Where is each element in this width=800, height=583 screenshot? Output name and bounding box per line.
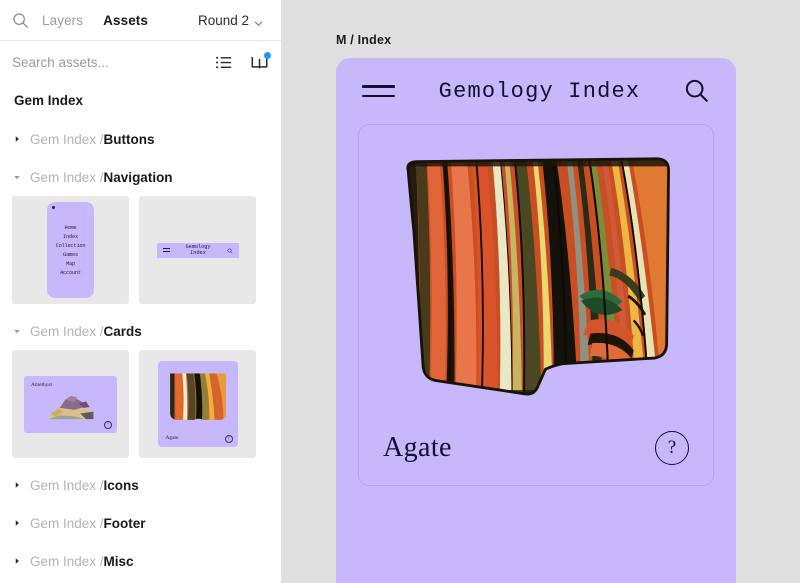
search-icon[interactable] xyxy=(12,12,29,29)
mini-menu-item: Map xyxy=(66,260,75,268)
asset-tree: Gem Index / Buttons Gem Index / Navigati… xyxy=(0,120,281,583)
search-icon[interactable] xyxy=(684,78,710,104)
search-input[interactable] xyxy=(12,55,215,70)
hamburger-menu-icon xyxy=(163,248,170,252)
mini-card-label: Agate xyxy=(166,435,179,441)
gem-detail-card[interactable]: Agate ? xyxy=(358,124,714,486)
tree-row-navigation[interactable]: Gem Index / Navigation xyxy=(0,158,281,196)
tree-row-icons[interactable]: Gem Index / Icons xyxy=(0,466,281,504)
asset-search-row xyxy=(0,41,281,83)
library-book-icon[interactable] xyxy=(250,53,269,72)
navigation-thumbnails: Home Index Collection Games Map Account … xyxy=(0,196,281,312)
mini-menu-item: Games xyxy=(63,251,78,259)
view-icon-group xyxy=(215,53,269,72)
mini-help-icon: ? xyxy=(225,435,233,443)
tree-name: Navigation xyxy=(104,170,173,185)
chevron-down-icon[interactable] xyxy=(10,174,24,181)
chevron-right-icon[interactable] xyxy=(10,135,24,143)
tree-name: Misc xyxy=(104,554,134,569)
frame-label[interactable]: M / Index xyxy=(336,33,391,47)
tree-path: Gem Index / xyxy=(30,478,104,493)
assets-sidebar: Layers Assets Round 2 xyxy=(0,0,281,583)
mini-navbar: Gemology Index xyxy=(157,243,239,258)
thumbnail-card-amethyst[interactable]: Amethyst ? xyxy=(12,350,129,458)
tree-name: Cards xyxy=(104,324,142,339)
chevron-right-icon[interactable] xyxy=(10,557,24,565)
chevron-right-icon[interactable] xyxy=(10,481,24,489)
help-button[interactable]: ? xyxy=(655,431,689,465)
gem-name-label: Agate xyxy=(383,432,452,464)
amethyst-thumb-image xyxy=(43,391,99,423)
list-view-icon[interactable] xyxy=(215,53,234,72)
design-canvas[interactable]: M / Index Gemology Index xyxy=(281,0,800,583)
tree-name: Buttons xyxy=(104,132,155,147)
card-thumbnails: Amethyst ? xyxy=(0,350,281,466)
thumbnail-card-agate[interactable]: Agate ? xyxy=(139,350,256,458)
mini-menu-item: Home xyxy=(65,224,77,232)
tree-row-misc[interactable]: Gem Index / Misc xyxy=(0,542,281,580)
thumbnail-nav-bar[interactable]: Gemology Index xyxy=(139,196,256,304)
mini-navbar-title: Gemology Index xyxy=(177,244,220,256)
chevron-right-icon[interactable] xyxy=(10,519,24,527)
tree-row-buttons[interactable]: Gem Index / Buttons xyxy=(0,120,281,158)
mini-card-label: Amethyst xyxy=(31,382,52,388)
agate-stone-image xyxy=(395,155,677,407)
gem-card-footer: Agate ? xyxy=(359,411,713,485)
thumbnail-nav-menu[interactable]: Home Index Collection Games Map Account xyxy=(12,196,129,304)
chevron-down-icon[interactable] xyxy=(10,328,24,335)
figma-like-app: Layers Assets Round 2 xyxy=(0,0,800,583)
mini-dot xyxy=(52,206,55,209)
device-title: Gemology Index xyxy=(395,79,684,104)
gem-image-container xyxy=(359,125,713,411)
tree-name: Icons xyxy=(104,478,139,493)
tab-assets[interactable]: Assets xyxy=(103,13,148,28)
tree-path: Gem Index / xyxy=(30,324,104,339)
search-icon xyxy=(227,241,233,259)
library-title: Gem Index xyxy=(0,83,281,120)
tree-path: Gem Index / xyxy=(30,516,104,531)
tree-path: Gem Index / xyxy=(30,554,104,569)
mini-help-icon: ? xyxy=(104,421,112,429)
panel-tab-bar: Layers Assets Round 2 xyxy=(0,0,281,41)
tree-name: Footer xyxy=(104,516,146,531)
device-frame-index[interactable]: Gemology Index xyxy=(336,58,736,583)
mini-card-agate: Agate ? xyxy=(158,361,238,447)
tree-path: Gem Index / xyxy=(30,170,104,185)
notification-badge xyxy=(264,52,271,59)
tree-row-cards[interactable]: Gem Index / Cards xyxy=(0,312,281,350)
mini-menu-item: Collection xyxy=(56,242,86,250)
round-selector[interactable]: Round 2 xyxy=(198,13,263,28)
hamburger-menu-icon[interactable] xyxy=(362,85,395,97)
mini-menu-item: Index xyxy=(63,233,78,241)
mini-phone-menu: Home Index Collection Games Map Account xyxy=(47,202,94,298)
agate-thumb-image xyxy=(167,370,229,425)
tab-layers[interactable]: Layers xyxy=(42,13,83,28)
tree-path: Gem Index / xyxy=(30,132,104,147)
round-selector-label: Round 2 xyxy=(198,13,249,28)
mini-card-amethyst: Amethyst ? xyxy=(24,376,117,433)
mini-menu-item: Account xyxy=(60,269,81,277)
device-navbar: Gemology Index xyxy=(336,58,736,124)
chevron-down-icon xyxy=(254,16,263,25)
tree-row-footer[interactable]: Gem Index / Footer xyxy=(0,504,281,542)
